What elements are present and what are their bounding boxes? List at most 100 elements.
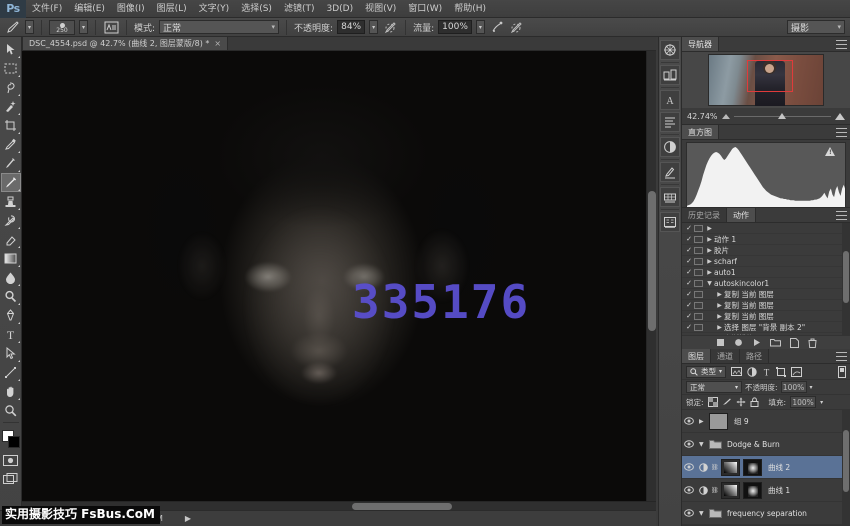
action-row[interactable]: ✓▶复制 当前 图层 bbox=[682, 289, 850, 300]
quick-mask-toggle[interactable] bbox=[3, 453, 19, 467]
hand-tool[interactable] bbox=[1, 382, 21, 401]
dodge-tool[interactable] bbox=[1, 287, 21, 306]
record-action-icon[interactable] bbox=[734, 338, 743, 347]
action-dialog-toggle[interactable] bbox=[694, 324, 703, 331]
marquee-tool[interactable] bbox=[1, 59, 21, 78]
action-expand-arrow-icon[interactable]: ▶ bbox=[705, 258, 714, 265]
blur-tool[interactable] bbox=[1, 268, 21, 287]
tab-histogram[interactable]: 直方图 bbox=[682, 125, 719, 139]
menu-file[interactable]: 文件(F) bbox=[26, 0, 68, 18]
histogram-panel-menu-icon[interactable] bbox=[836, 128, 847, 137]
opacity-input[interactable]: 84% bbox=[337, 20, 365, 34]
type-tool[interactable]: T bbox=[1, 325, 21, 344]
action-toggle-checkbox[interactable]: ✓ bbox=[684, 334, 694, 335]
actions-list[interactable]: ✓▶✓▶动作 1✓▶胶片✓▶scharf✓▶auto1✓▼autoskincol… bbox=[682, 223, 850, 335]
menu-filter[interactable]: 滤镜(T) bbox=[278, 0, 321, 18]
paragraph-icon[interactable] bbox=[660, 112, 680, 132]
group-expand-arrow-icon[interactable]: ▼ bbox=[699, 510, 706, 517]
action-dialog-toggle[interactable] bbox=[694, 269, 703, 276]
action-toggle-checkbox[interactable]: ✓ bbox=[684, 279, 694, 287]
adjustments-icon[interactable] bbox=[660, 40, 680, 60]
tab-actions[interactable]: 动作 bbox=[727, 208, 756, 222]
navigator-view-rectangle[interactable] bbox=[747, 60, 793, 92]
styles-icon[interactable] bbox=[660, 65, 680, 85]
workspace-switcher[interactable]: 摄影 ▾ bbox=[787, 20, 845, 34]
layers-scroll-thumb[interactable] bbox=[843, 430, 849, 492]
info-icon[interactable] bbox=[660, 212, 680, 232]
pressure-size-icon[interactable] bbox=[509, 19, 525, 35]
action-toggle-checkbox[interactable]: ✓ bbox=[684, 323, 694, 331]
layer-row[interactable]: ▼frequency separation bbox=[682, 502, 850, 525]
quick-selection-tool[interactable] bbox=[1, 97, 21, 116]
layer-row[interactable]: ▼Dodge & Burn bbox=[682, 433, 850, 456]
brush-tool[interactable] bbox=[1, 173, 21, 192]
menu-view[interactable]: 视图(V) bbox=[359, 0, 402, 18]
lock-image-icon[interactable] bbox=[722, 397, 732, 407]
navigator-preview[interactable] bbox=[682, 52, 850, 108]
tab-history[interactable]: 历史记录 bbox=[682, 208, 727, 222]
crop-tool[interactable] bbox=[1, 116, 21, 135]
action-row[interactable]: ✓▼autoskincolor1 bbox=[682, 278, 850, 289]
lock-position-icon[interactable] bbox=[736, 397, 746, 407]
tab-layers[interactable]: 图层 bbox=[682, 349, 711, 363]
layer-row[interactable]: ▶组 9 bbox=[682, 410, 850, 433]
layer-fill-caret[interactable]: ▾ bbox=[820, 399, 823, 406]
actions-scroll-thumb[interactable] bbox=[843, 251, 849, 303]
eye-icon[interactable] bbox=[684, 417, 696, 425]
new-action-icon[interactable] bbox=[790, 338, 799, 348]
screen-mode-toggle[interactable] bbox=[3, 471, 19, 485]
menu-3d[interactable]: 3D(D) bbox=[320, 0, 359, 18]
action-toggle-checkbox[interactable]: ✓ bbox=[684, 312, 694, 320]
action-expand-arrow-icon[interactable]: ▶ bbox=[715, 313, 724, 320]
action-dialog-toggle[interactable] bbox=[694, 313, 703, 320]
histogram-warning-icon[interactable] bbox=[825, 147, 835, 156]
action-expand-arrow-icon[interactable]: ▶ bbox=[705, 269, 714, 276]
navigator-zoom-value[interactable]: 42.74% bbox=[687, 112, 718, 121]
zoom-out-icon[interactable] bbox=[722, 114, 730, 119]
tab-navigator[interactable]: 导航器 bbox=[682, 37, 719, 51]
filter-adjustment-icon[interactable] bbox=[747, 367, 757, 377]
action-toggle-checkbox[interactable]: ✓ bbox=[684, 301, 694, 309]
action-expand-arrow-icon[interactable]: ▶ bbox=[705, 225, 714, 232]
new-action-set-icon[interactable] bbox=[770, 338, 781, 347]
shape-tool[interactable] bbox=[1, 363, 21, 382]
stop-action-icon[interactable] bbox=[716, 338, 725, 347]
group-expand-arrow-icon[interactable]: ▼ bbox=[699, 441, 706, 448]
action-expand-arrow-icon[interactable]: ▶ bbox=[715, 291, 724, 298]
navigator-panel-menu-icon[interactable] bbox=[836, 40, 847, 49]
action-dialog-toggle[interactable] bbox=[694, 335, 703, 336]
canvas-vertical-scroll-thumb[interactable] bbox=[648, 191, 656, 331]
layer-row[interactable]: ⛓曲线 1 bbox=[682, 479, 850, 502]
action-row[interactable]: ✓▶高斯模糊 bbox=[682, 333, 850, 335]
character-icon[interactable]: A bbox=[660, 90, 680, 110]
layer-filter-kind-select[interactable]: 类型 ▾ bbox=[686, 366, 726, 378]
action-dialog-toggle[interactable] bbox=[694, 258, 703, 265]
action-dialog-toggle[interactable] bbox=[694, 247, 703, 254]
eyedropper-tool[interactable] bbox=[1, 135, 21, 154]
layer-mask-link-icon[interactable]: ⛓ bbox=[711, 487, 718, 494]
action-toggle-checkbox[interactable]: ✓ bbox=[684, 257, 694, 265]
lock-all-icon[interactable] bbox=[750, 397, 759, 407]
actions-scrollbar[interactable] bbox=[842, 223, 850, 335]
flow-caret[interactable]: ▾ bbox=[476, 20, 485, 34]
menu-help[interactable]: 帮助(H) bbox=[448, 0, 492, 18]
action-expand-arrow-icon[interactable]: ▼ bbox=[705, 280, 714, 287]
action-expand-arrow-icon[interactable]: ▶ bbox=[715, 324, 724, 331]
filter-smart-object-icon[interactable] bbox=[791, 367, 802, 377]
adjustment-badge-icon[interactable] bbox=[699, 486, 708, 495]
navigator-slider-knob[interactable] bbox=[778, 113, 786, 119]
action-expand-arrow-icon[interactable]: ▶ bbox=[715, 302, 724, 309]
canvas-horizontal-scroll-thumb[interactable] bbox=[352, 503, 452, 510]
action-dialog-toggle[interactable] bbox=[694, 291, 703, 298]
layer-opacity-input[interactable]: 100% bbox=[781, 381, 807, 393]
blend-mode-combo[interactable]: 正常 ▾ bbox=[159, 20, 279, 34]
path-selection-tool[interactable] bbox=[1, 344, 21, 363]
close-icon[interactable]: × bbox=[214, 39, 221, 48]
layer-fill-input[interactable]: 100% bbox=[790, 396, 816, 408]
clone-stamp-tool[interactable] bbox=[1, 192, 21, 211]
action-dialog-toggle[interactable] bbox=[694, 225, 703, 232]
navigator-zoom-slider[interactable] bbox=[734, 111, 831, 121]
eye-icon[interactable] bbox=[684, 463, 696, 471]
layer-blend-mode-select[interactable]: 正常 ▾ bbox=[686, 381, 742, 393]
action-row[interactable]: ✓▶复制 当前 图层 bbox=[682, 300, 850, 311]
